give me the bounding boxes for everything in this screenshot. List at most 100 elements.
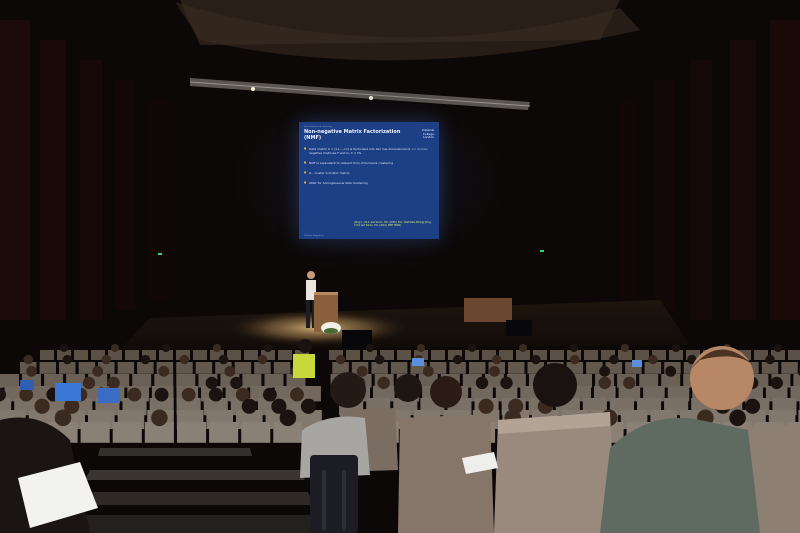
audience-seat [278,350,292,360]
audience-head [62,354,72,365]
audience-seat [273,362,291,374]
audience-head [335,354,346,365]
audience-seat [125,350,139,360]
audience-head [257,354,268,365]
audience-head [34,398,50,414]
audience-head [23,354,33,365]
audience-seat [469,362,486,374]
audience-seat [793,374,800,388]
audience-head [377,376,390,390]
audience-head [374,354,385,365]
audience-head [241,398,257,414]
slide-bullet: G - cluster indicator matrix [304,171,434,175]
audience-head [140,354,151,365]
slide-bullets: Data matrix X ≈ [x1,...,xn] is factorize… [304,147,434,185]
audience-seat [584,350,598,360]
audience-head [263,387,277,402]
audience-seat [508,362,525,374]
audience-head [300,398,317,414]
audience-seat [635,350,649,360]
audience-head [179,354,190,365]
audience-head [621,344,629,352]
audience-head [208,387,223,402]
audience-head [101,354,112,365]
audience-head [26,365,37,377]
projection-screen: Factorization and clustering Non-negativ… [299,122,439,239]
audience-head [107,376,120,390]
audience-head [417,344,425,352]
audience-seat [639,374,659,388]
audience-seat [0,374,19,388]
audience-head [205,376,218,390]
audience-seat [346,350,360,360]
slide-bullet: ONLY for homogeneous data clustering [304,181,434,185]
slide-references: [Ding C., He X. and Simon, H.D. (2005), … [354,221,432,227]
side-table [464,298,512,322]
audience-head [366,344,374,352]
audience-head [162,344,170,352]
auditorium-illustration [0,0,800,533]
audience-seat [209,422,239,443]
audience-head [290,387,304,402]
audience-head [492,354,502,365]
audience-seat [244,350,258,360]
audience-seat [264,374,284,388]
audience-head [475,376,489,390]
audience-head [218,354,229,365]
audience-head [54,409,72,427]
audience-head [264,344,272,352]
audience-head [489,365,500,377]
audience-seat [390,362,408,374]
audience-head [623,376,636,390]
audience-seat [74,350,88,360]
audience-head [181,387,196,402]
audience-head [609,354,619,365]
audience-head [648,354,658,365]
audience-head [765,354,775,365]
audience-seat [397,350,411,360]
audience-head [453,354,463,365]
audience-head [519,344,527,352]
audience-head [158,365,170,377]
audience-head [92,365,104,377]
audience-head [468,344,476,352]
audience-seat [39,362,56,374]
audience-head [151,409,168,427]
audience-head [224,365,236,377]
audience-head [154,387,169,402]
audience-seat [193,350,207,360]
audience-seat [176,374,196,388]
audience-head [111,344,119,352]
audience-seat [241,422,271,443]
audience-seat [177,422,207,443]
audience-head [598,376,611,390]
audience-head [478,398,494,414]
audience-seat [242,374,262,388]
audience-head [60,344,68,352]
audience-seat [117,362,135,374]
audience-head [672,344,680,352]
audience-seat [40,350,54,360]
audience-seat [788,350,800,360]
audience-head [599,365,610,377]
audience-head [356,365,368,377]
audience-head [213,344,221,352]
audience-head [774,344,782,352]
audience-seat [781,362,798,374]
audience-head [82,376,96,390]
audience-seat [112,422,142,443]
audience-head [570,354,580,365]
audience-head [729,409,746,427]
audience-seat [80,422,110,443]
slide-footer: Vladimir Gligorijevic [304,235,325,237]
slide-bullet: Data matrix X ≈ [x1,...,xn] is factorize… [304,147,434,155]
audience-head [230,376,243,390]
audience-head [665,365,677,377]
audience-head [127,387,142,402]
slide-logo: Imperial College London [421,128,434,139]
audience-head [744,398,761,414]
audience-head [531,354,541,365]
audience-seat [550,350,564,360]
auditorium-scene: Factorization and clustering Non-negativ… [0,0,800,533]
audience-seat [195,362,213,374]
